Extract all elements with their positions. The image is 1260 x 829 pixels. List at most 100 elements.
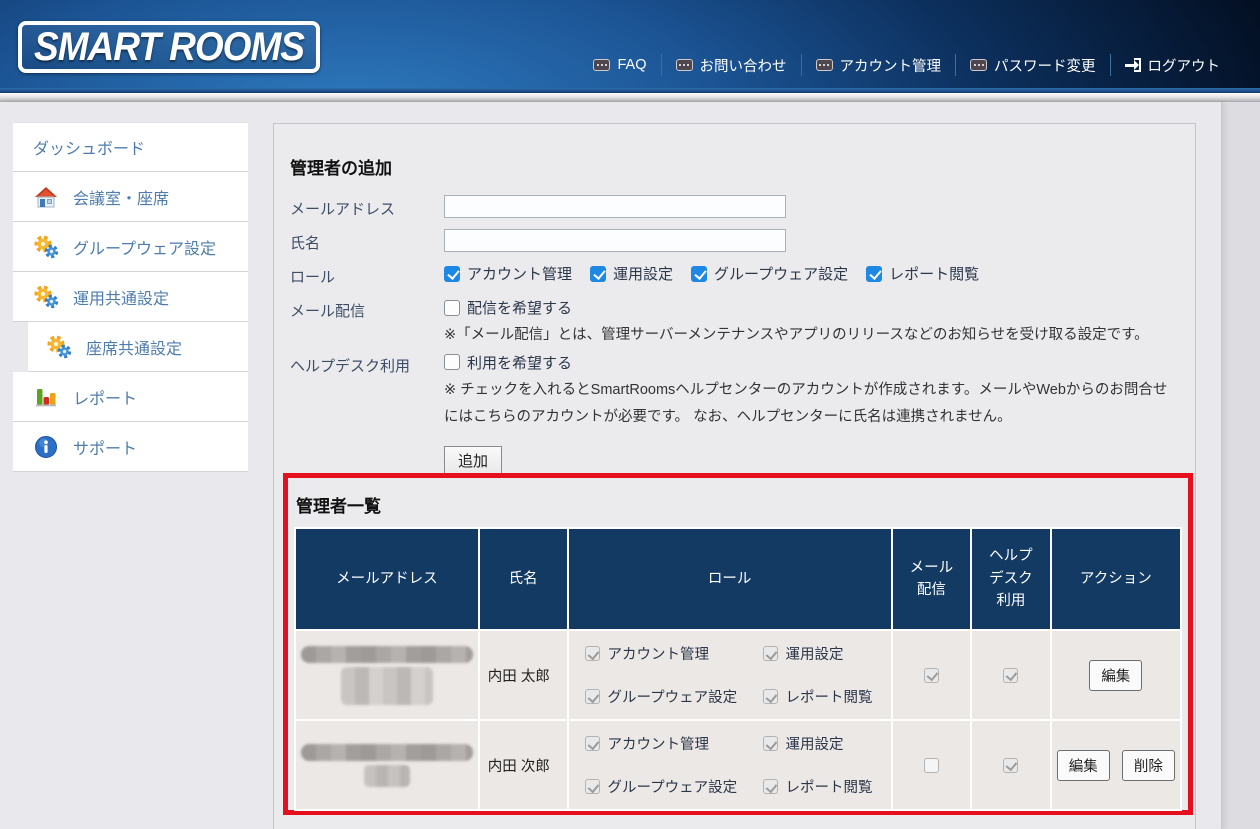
mail-delivery-checkbox[interactable]: 配信を希望する — [444, 297, 1139, 318]
bar-chart-icon — [33, 385, 59, 409]
edit-button[interactable]: 編集 — [1089, 660, 1142, 691]
edit-button[interactable]: 編集 — [1057, 750, 1110, 781]
logout-icon — [1125, 58, 1141, 72]
nav-logout-label: ログアウト — [1148, 55, 1221, 76]
email-field[interactable] — [444, 195, 786, 218]
checkbox-icon — [585, 736, 600, 751]
mail-delivery-note: ※「メール配信」とは、管理サーバーメンテナンスやアプリのリリースなどのお知らせを… — [444, 322, 1149, 350]
role-checkbox-label: 運用設定 — [613, 263, 673, 284]
col-header-mail-delivery: メール配信 — [893, 529, 970, 629]
mail-delivery-cell — [893, 721, 970, 809]
name-field[interactable] — [444, 229, 786, 252]
col-header-action: アクション — [1052, 529, 1180, 629]
role-checkbox-label: レポート閲覧 — [889, 263, 979, 284]
nav-divider — [801, 54, 802, 76]
app-header: SMART ROOMS FAQ お問い合わせ アカウント管理 パスワード変更 ロ… — [0, 0, 1260, 88]
redacted-email-blur — [301, 646, 473, 663]
nav-faq-label: FAQ — [617, 57, 646, 73]
gears-icon — [33, 285, 59, 309]
nav-contact[interactable]: お問い合わせ — [676, 55, 787, 76]
nav-logout[interactable]: ログアウト — [1125, 55, 1221, 76]
nav-contact-label: お問い合わせ — [700, 55, 787, 76]
nav-faq[interactable]: FAQ — [593, 57, 646, 73]
checkbox-icon[interactable] — [444, 354, 460, 370]
nav-divider — [955, 54, 956, 76]
col-header-role: ロール — [569, 529, 891, 629]
mail-delivery-checkbox-label: 配信を希望する — [467, 297, 572, 318]
nav-password-change[interactable]: パスワード変更 — [970, 55, 1096, 76]
admin-table: メールアドレス 氏名 ロール メール配信 ヘルプデスク利用 アクション 内田 太… — [294, 527, 1182, 811]
checkbox-icon — [1003, 668, 1018, 683]
role-checkbox-account[interactable]: アカウント管理 — [444, 263, 572, 284]
checkbox-icon — [585, 779, 600, 794]
bubble-icon — [970, 59, 987, 71]
sidebar-item-groupware-settings[interactable]: グループウェア設定 — [13, 222, 248, 272]
checkbox-icon[interactable] — [866, 266, 882, 282]
checkbox-icon — [763, 646, 778, 661]
sidebar-item-label: サポート — [73, 435, 137, 459]
sidebar-item-meeting-rooms[interactable]: 会議室・座席 — [13, 172, 248, 222]
nav-account-label: アカウント管理 — [840, 55, 942, 76]
sidebar-item-seat-common-settings[interactable]: 座席共通設定 — [28, 322, 248, 372]
delete-button[interactable]: 削除 — [1122, 750, 1175, 781]
checkbox-icon — [763, 736, 778, 751]
col-header-name: 氏名 — [480, 529, 567, 629]
checkbox-icon — [585, 689, 600, 704]
col-header-email: メールアドレス — [296, 529, 478, 629]
sidebar-item-support[interactable]: サポート — [13, 422, 248, 472]
role-cell: アカウント管理 運用設定 グループウェア設定 レポート閲覧 — [569, 631, 891, 719]
sidebar-item-dashboard[interactable]: ダッシュボード — [13, 122, 248, 172]
admin-table-header-row: メールアドレス 氏名 ロール メール配信 ヘルプデスク利用 アクション — [296, 529, 1180, 629]
checkbox-icon — [924, 668, 939, 683]
role-checkbox-label: アカウント管理 — [467, 263, 572, 284]
email-cell-redacted — [296, 631, 478, 719]
action-cell: 編集 削除 — [1052, 721, 1180, 809]
checkbox-icon[interactable] — [691, 266, 707, 282]
nav-divider — [1110, 54, 1111, 76]
sidebar-item-report[interactable]: レポート — [13, 372, 248, 422]
col-header-helpdesk: ヘルプデスク利用 — [972, 529, 1049, 629]
app-logo-text: SMART ROOMS — [34, 24, 304, 69]
nav-account-management[interactable]: アカウント管理 — [816, 55, 942, 76]
checkbox-icon — [585, 646, 600, 661]
table-row: 内田 次郎 アカウント管理 運用設定 グループウェア設定 レポート閲覧 編集 削… — [296, 721, 1180, 809]
checkbox-icon[interactable] — [444, 300, 460, 316]
mail-delivery-cell — [893, 631, 970, 719]
gears-icon — [46, 335, 72, 359]
role-checkbox-operation[interactable]: 運用設定 — [590, 263, 673, 284]
table-row: 内田 太郎 アカウント管理 運用設定 グループウェア設定 レポート閲覧 編集 — [296, 631, 1180, 719]
name-cell: 内田 次郎 — [480, 721, 567, 809]
header-shine-bar — [0, 93, 1260, 102]
checkbox-icon[interactable] — [590, 266, 606, 282]
role-checkbox-groupware[interactable]: グループウェア設定 — [691, 263, 848, 284]
app-logo[interactable]: SMART ROOMS — [18, 21, 320, 73]
checkbox-icon — [763, 689, 778, 704]
checkbox-icon — [1003, 758, 1018, 773]
sidebar-item-label: ダッシュボード — [33, 135, 145, 159]
sidebar-item-operation-common-settings[interactable]: 運用共通設定 — [13, 272, 248, 322]
helpdesk-cell — [972, 631, 1049, 719]
role-cell: アカウント管理 運用設定 グループウェア設定 レポート閲覧 — [569, 721, 891, 809]
helpdesk-note: ※ チェックを入れるとSmartRoomsヘルプセンターのアカウントが作成されま… — [444, 377, 1174, 432]
mail-delivery-label: メール配信 — [290, 297, 444, 321]
action-cell: 編集 — [1052, 631, 1180, 719]
nav-password-label: パスワード変更 — [994, 55, 1096, 76]
role-checkbox-label: グループウェア設定 — [714, 263, 848, 284]
sidebar-item-label: 座席共通設定 — [86, 335, 182, 359]
gears-icon — [33, 235, 59, 259]
sidebar-item-label: グループウェア設定 — [73, 235, 216, 259]
top-nav: FAQ お問い合わせ アカウント管理 パスワード変更 ログアウト — [593, 50, 1220, 80]
helpdesk-checkbox[interactable]: 利用を希望する — [444, 352, 1164, 373]
redacted-email-blur — [341, 667, 433, 705]
redacted-email-blur — [364, 765, 410, 787]
checkbox-icon — [763, 779, 778, 794]
name-cell: 内田 太郎 — [480, 631, 567, 719]
sidebar-item-label: レポート — [73, 385, 137, 409]
sidebar-item-label: 会議室・座席 — [73, 185, 169, 209]
helpdesk-cell — [972, 721, 1049, 809]
add-button[interactable]: 追加 — [444, 446, 502, 475]
checkbox-icon[interactable] — [444, 266, 460, 282]
bubble-icon — [816, 59, 833, 71]
bubble-icon — [676, 59, 693, 71]
role-checkbox-report[interactable]: レポート閲覧 — [866, 263, 979, 284]
